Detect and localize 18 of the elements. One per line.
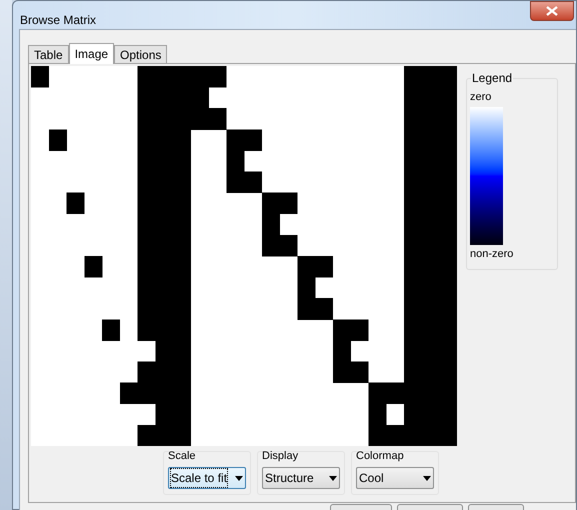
tab[interactable]: Options: [114, 45, 168, 63]
group-label: Display: [262, 450, 300, 463]
window-title: Browse Matrix: [20, 12, 96, 29]
close-button[interactable]: [530, 1, 574, 21]
close-icon: [546, 6, 558, 16]
group-label: Scale: [168, 450, 197, 463]
legend-label: non-zero: [470, 248, 514, 261]
tab[interactable]: Table: [28, 45, 69, 63]
dropdown[interactable]: Structure: [262, 467, 340, 489]
dropdown[interactable]: Cool: [356, 467, 434, 489]
tab[interactable]: Image: [68, 43, 114, 64]
group-label: Colormap: [356, 450, 405, 463]
dropdown[interactable]: Scale to fit: [168, 467, 246, 489]
caret-icon: [235, 476, 243, 480]
legend-title: Legend: [471, 71, 514, 85]
caret-icon: [329, 476, 337, 480]
legend-label: zero: [470, 91, 492, 104]
caret-icon: [423, 476, 431, 480]
